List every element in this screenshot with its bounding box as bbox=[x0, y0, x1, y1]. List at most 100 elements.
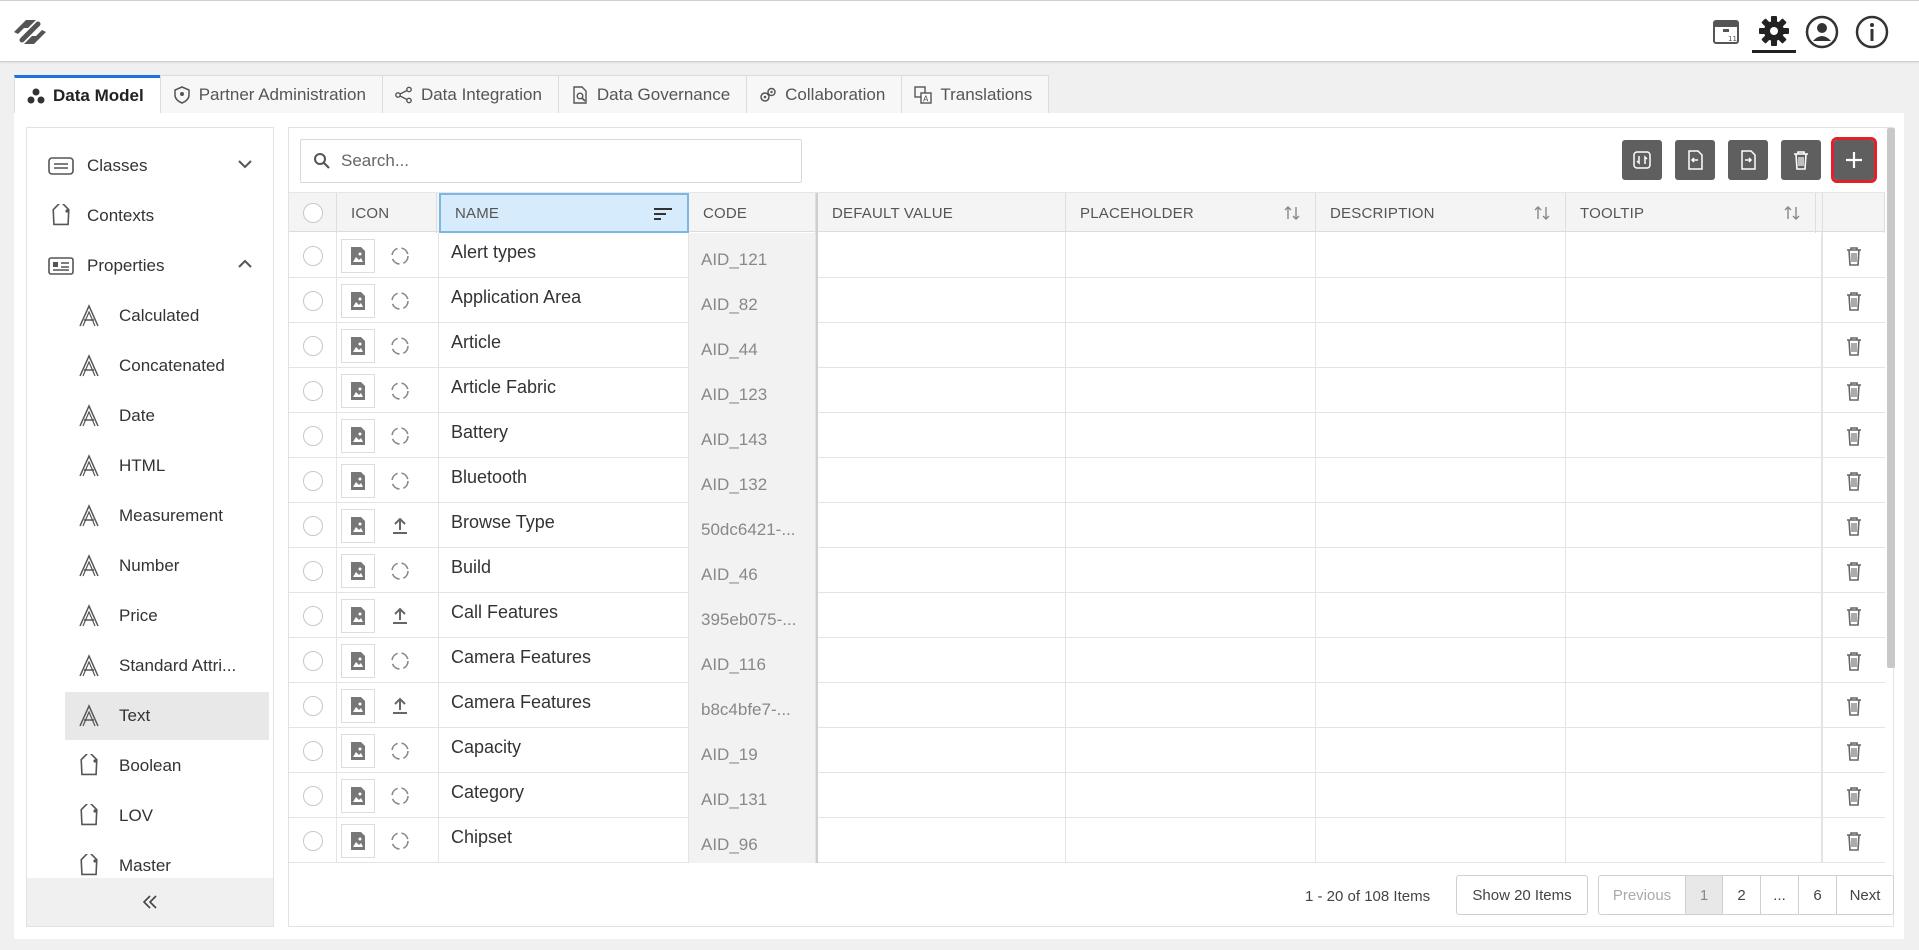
trash-icon[interactable] bbox=[1844, 245, 1864, 267]
sidebar-item-properties[interactable]: Properties bbox=[47, 242, 269, 290]
row-tooltip[interactable] bbox=[1566, 638, 1822, 683]
table-row[interactable]: Browse Type 50dc6421-... bbox=[289, 503, 1885, 548]
table-row[interactable]: Article Fabric AID_123 bbox=[289, 368, 1885, 413]
image-placeholder-icon[interactable] bbox=[341, 553, 375, 588]
row-placeholder[interactable] bbox=[1066, 368, 1316, 413]
tab-collaboration[interactable]: Collaboration bbox=[746, 75, 903, 113]
column-header-tooltip[interactable]: TOOLTIP bbox=[1566, 193, 1816, 233]
row-name[interactable]: Alert types bbox=[439, 233, 689, 278]
sync-icon[interactable] bbox=[389, 830, 411, 852]
column-header-default-value[interactable]: DEFAULT VALUE bbox=[816, 193, 1066, 233]
row-default-value[interactable] bbox=[816, 233, 1066, 278]
row-tooltip[interactable] bbox=[1566, 818, 1822, 863]
app-logo[interactable] bbox=[6, 12, 54, 52]
row-name[interactable]: Chipset bbox=[439, 818, 689, 863]
row-description[interactable] bbox=[1316, 233, 1566, 278]
sync-icon[interactable] bbox=[389, 245, 411, 267]
trash-icon[interactable] bbox=[1844, 335, 1864, 357]
image-placeholder-icon[interactable] bbox=[341, 283, 375, 318]
image-placeholder-icon[interactable] bbox=[341, 373, 375, 408]
row-name[interactable]: Battery bbox=[439, 413, 689, 458]
sync-icon[interactable] bbox=[389, 335, 411, 357]
row-tooltip[interactable] bbox=[1566, 593, 1822, 638]
sync-icon[interactable] bbox=[389, 560, 411, 582]
tab-translations[interactable]: A Translations bbox=[901, 75, 1050, 113]
search-box[interactable] bbox=[300, 139, 802, 183]
sort-icon[interactable] bbox=[1283, 205, 1301, 221]
grid-scrollbar[interactable] bbox=[1887, 128, 1895, 668]
sidebar-item-contexts[interactable]: Contexts bbox=[47, 192, 269, 240]
table-row[interactable]: Bluetooth AID_132 bbox=[289, 458, 1885, 503]
sidebar-item-measurement[interactable]: Measurement bbox=[65, 492, 269, 540]
table-row[interactable]: Alert types AID_121 bbox=[289, 233, 1885, 278]
calendar-icon[interactable]: 11 bbox=[1704, 11, 1748, 53]
row-description[interactable] bbox=[1316, 728, 1566, 773]
row-tooltip[interactable] bbox=[1566, 503, 1822, 548]
row-name[interactable]: Capacity bbox=[439, 728, 689, 773]
row-default-value[interactable] bbox=[816, 773, 1066, 818]
row-description[interactable] bbox=[1316, 323, 1566, 368]
refresh-button[interactable] bbox=[1622, 140, 1662, 180]
image-placeholder-icon[interactable] bbox=[341, 778, 375, 813]
column-header-code[interactable]: CODE bbox=[689, 193, 816, 233]
user-account-icon[interactable] bbox=[1800, 11, 1844, 53]
sidebar-item-html[interactable]: HTML bbox=[65, 442, 269, 490]
row-tooltip[interactable] bbox=[1566, 413, 1822, 458]
row-tooltip[interactable] bbox=[1566, 548, 1822, 593]
delete-button[interactable] bbox=[1781, 140, 1821, 180]
table-row[interactable]: Application Area AID_82 bbox=[289, 278, 1885, 323]
chevron-up-icon[interactable] bbox=[237, 256, 253, 272]
row-description[interactable] bbox=[1316, 773, 1566, 818]
row-name[interactable]: Browse Type bbox=[439, 503, 689, 548]
sync-icon[interactable] bbox=[389, 740, 411, 762]
sidebar-item-master[interactable]: Master bbox=[65, 842, 269, 878]
row-select-radio[interactable] bbox=[302, 515, 323, 536]
table-row[interactable]: Battery AID_143 bbox=[289, 413, 1885, 458]
row-placeholder[interactable] bbox=[1066, 413, 1316, 458]
trash-icon[interactable] bbox=[1844, 740, 1864, 762]
row-default-value[interactable] bbox=[816, 683, 1066, 728]
row-description[interactable] bbox=[1316, 638, 1566, 683]
trash-icon[interactable] bbox=[1844, 785, 1864, 807]
row-description[interactable] bbox=[1316, 458, 1566, 503]
tab-data-governance[interactable]: Data Governance bbox=[557, 75, 748, 113]
row-description[interactable] bbox=[1316, 413, 1566, 458]
table-row[interactable]: Article AID_44 bbox=[289, 323, 1885, 368]
sidebar-collapse-button[interactable] bbox=[27, 878, 273, 926]
row-description[interactable] bbox=[1316, 503, 1566, 548]
upload-icon[interactable] bbox=[389, 515, 411, 537]
sidebar-item-text[interactable]: Text bbox=[65, 692, 269, 740]
row-name[interactable]: Camera Features bbox=[439, 638, 689, 683]
row-tooltip[interactable] bbox=[1566, 278, 1822, 323]
image-placeholder-icon[interactable] bbox=[341, 643, 375, 678]
row-tooltip[interactable] bbox=[1566, 683, 1822, 728]
sync-icon[interactable] bbox=[389, 470, 411, 492]
row-placeholder[interactable] bbox=[1066, 638, 1316, 683]
image-placeholder-icon[interactable] bbox=[341, 463, 375, 498]
image-placeholder-icon[interactable] bbox=[341, 733, 375, 768]
tab-data-model[interactable]: Data Model bbox=[14, 75, 161, 113]
image-placeholder-icon[interactable] bbox=[341, 328, 375, 363]
chevron-down-icon[interactable] bbox=[237, 156, 253, 172]
sort-ascending-icon[interactable] bbox=[653, 207, 673, 223]
row-description[interactable] bbox=[1316, 368, 1566, 413]
upload-icon[interactable] bbox=[389, 695, 411, 717]
table-row[interactable]: Category AID_131 bbox=[289, 773, 1885, 818]
sidebar-item-price[interactable]: Price bbox=[65, 592, 269, 640]
column-header-description[interactable]: DESCRIPTION bbox=[1316, 193, 1566, 233]
trash-icon[interactable] bbox=[1844, 425, 1864, 447]
row-description[interactable] bbox=[1316, 278, 1566, 323]
row-placeholder[interactable] bbox=[1066, 323, 1316, 368]
row-description[interactable] bbox=[1316, 593, 1566, 638]
tab-data-integration[interactable]: Data Integration bbox=[381, 75, 559, 113]
row-default-value[interactable] bbox=[816, 548, 1066, 593]
row-default-value[interactable] bbox=[816, 278, 1066, 323]
row-name[interactable]: Application Area bbox=[439, 278, 689, 323]
sidebar-item-calculated[interactable]: Calculated bbox=[65, 292, 269, 340]
trash-icon[interactable] bbox=[1844, 470, 1864, 492]
image-placeholder-icon[interactable] bbox=[341, 418, 375, 453]
row-select-radio[interactable] bbox=[302, 830, 323, 851]
row-default-value[interactable] bbox=[816, 728, 1066, 773]
select-all-checkbox[interactable] bbox=[302, 203, 323, 223]
trash-icon[interactable] bbox=[1844, 695, 1864, 717]
